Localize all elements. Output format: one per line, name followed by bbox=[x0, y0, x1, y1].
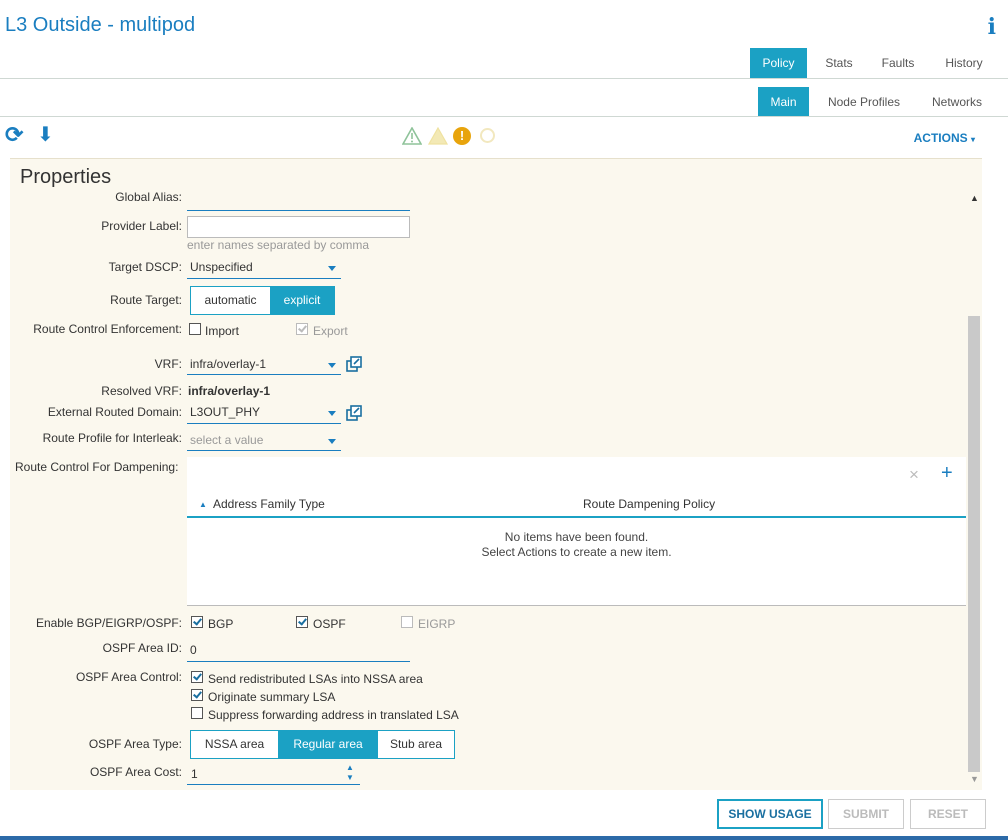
tab-history[interactable]: History bbox=[936, 48, 992, 78]
route-target-automatic[interactable]: automatic bbox=[191, 287, 270, 314]
provider-label-label: Provider Label: bbox=[101, 219, 182, 233]
rce-export-checkbox[interactable] bbox=[296, 323, 308, 335]
target-dscp-chevron-icon[interactable] bbox=[328, 266, 336, 271]
global-alias-label: Global Alias: bbox=[115, 190, 182, 204]
subtab-divider bbox=[0, 116, 1008, 117]
add-icon[interactable]: + bbox=[941, 462, 953, 485]
ext-domain-underline bbox=[187, 423, 341, 424]
warning-icon[interactable] bbox=[402, 127, 422, 145]
ospf-send-redistributed-checkbox[interactable] bbox=[191, 671, 203, 683]
scroll-down-icon[interactable]: ▼ bbox=[970, 774, 979, 784]
table-header-underline bbox=[187, 516, 966, 518]
table-empty-line2: Select Actions to create a new item. bbox=[481, 545, 672, 559]
major-fault-icon[interactable]: ! bbox=[453, 127, 471, 145]
route-target-label: Route Target: bbox=[110, 293, 182, 307]
target-dscp-value[interactable]: Unspecified bbox=[190, 260, 253, 274]
ospf-area-id-label: OSPF Area ID: bbox=[102, 641, 182, 655]
vrf-open-icon[interactable] bbox=[346, 356, 362, 372]
ospf-area-cost-label: OSPF Area Cost: bbox=[89, 765, 182, 779]
column-dampening-policy[interactable]: Route Dampening Policy bbox=[583, 497, 715, 511]
target-dscp-label: Target DSCP: bbox=[108, 260, 182, 274]
show-usage-button[interactable]: SHOW USAGE bbox=[717, 799, 823, 829]
dampening-label: Route Control For Dampening: bbox=[15, 460, 179, 474]
ospf-originate-summary-checkbox[interactable] bbox=[191, 689, 203, 701]
minor-fault-icon[interactable] bbox=[428, 127, 448, 145]
critical-fault-icon[interactable] bbox=[480, 128, 495, 143]
header-divider bbox=[0, 78, 1008, 79]
download-icon[interactable]: ⬇ bbox=[37, 124, 54, 146]
tab-networks[interactable]: Networks bbox=[924, 87, 990, 117]
refresh-icon[interactable]: ⟳ bbox=[5, 124, 23, 146]
info-icon[interactable]: i bbox=[988, 14, 996, 40]
ospf-checkbox[interactable] bbox=[296, 616, 308, 628]
ospf-area-cost-input[interactable]: 1 bbox=[191, 767, 198, 781]
ospf-area-control-label: OSPF Area Control: bbox=[75, 670, 182, 684]
ospf-area-type-toggle: NSSA area Regular area Stub area bbox=[190, 730, 455, 759]
route-profile-label: Route Profile for Interleak: bbox=[42, 431, 182, 445]
global-alias-underline bbox=[187, 210, 410, 211]
ospf-suppress-forwarding-checkbox[interactable] bbox=[191, 707, 203, 719]
spinner-down-icon[interactable]: ▼ bbox=[346, 774, 354, 782]
rce-export-label: Export bbox=[313, 324, 348, 338]
provider-label-input[interactable] bbox=[187, 216, 410, 238]
eigrp-checkbox[interactable] bbox=[401, 616, 413, 628]
rce-import-checkbox[interactable] bbox=[189, 323, 201, 335]
ospf-send-redistributed-label: Send redistributed LSAs into NSSA area bbox=[208, 672, 423, 686]
column-address-family[interactable]: Address Family Type bbox=[213, 497, 325, 511]
ospf-originate-summary-label: Originate summary LSA bbox=[208, 690, 336, 704]
vrf-value[interactable]: infra/overlay-1 bbox=[190, 357, 266, 371]
resolved-vrf-value: infra/overlay-1 bbox=[188, 384, 271, 398]
ext-domain-label: External Routed Domain: bbox=[47, 405, 182, 419]
route-target-explicit[interactable]: explicit bbox=[270, 287, 334, 314]
ospf-area-type-label: OSPF Area Type: bbox=[88, 737, 182, 751]
ospf-area-type-nssa[interactable]: NSSA area bbox=[191, 731, 278, 758]
ext-domain-open-icon[interactable] bbox=[346, 405, 362, 421]
ospf-label: OSPF bbox=[313, 617, 346, 631]
tab-main[interactable]: Main bbox=[758, 87, 809, 117]
page-title: L3 Outside - multipod bbox=[5, 14, 196, 36]
ospf-area-type-regular[interactable]: Regular area bbox=[278, 731, 378, 758]
ext-domain-value[interactable]: L3OUT_PHY bbox=[190, 405, 260, 419]
sort-asc-icon[interactable]: ▲ bbox=[199, 500, 207, 509]
tab-node-profiles[interactable]: Node Profiles bbox=[818, 87, 910, 117]
bottom-bar bbox=[0, 836, 1008, 840]
rce-label: Route Control Enforcement: bbox=[33, 322, 182, 336]
route-target-toggle: automatic explicit bbox=[190, 286, 335, 315]
route-profile-select[interactable]: select a value bbox=[190, 433, 263, 447]
tab-faults[interactable]: Faults bbox=[872, 48, 924, 78]
vrf-label: VRF: bbox=[154, 357, 182, 371]
ospf-area-cost-underline bbox=[187, 784, 360, 785]
ospf-area-type-stub[interactable]: Stub area bbox=[378, 731, 454, 758]
scroll-up-icon[interactable]: ▲ bbox=[970, 193, 979, 203]
scrollbar-thumb[interactable] bbox=[968, 316, 980, 772]
ext-domain-chevron-icon[interactable] bbox=[328, 411, 336, 416]
vrf-underline bbox=[187, 374, 341, 375]
bgp-label: BGP bbox=[208, 617, 234, 631]
resolved-vrf-label: Resolved VRF: bbox=[101, 384, 182, 398]
reset-button[interactable]: RESET bbox=[910, 799, 986, 829]
table-bottom-border bbox=[187, 605, 966, 606]
provider-label-hint: enter names separated by comma bbox=[187, 238, 370, 252]
route-profile-underline bbox=[187, 450, 341, 451]
vrf-chevron-icon[interactable] bbox=[328, 363, 336, 368]
submit-button[interactable]: SUBMIT bbox=[828, 799, 904, 829]
bgp-checkbox[interactable] bbox=[191, 616, 203, 628]
table-empty-line1: No items have been found. bbox=[504, 530, 649, 544]
chevron-down-icon: ▾ bbox=[970, 135, 975, 144]
spinner-up-icon[interactable]: ▲ bbox=[346, 764, 354, 772]
target-dscp-underline bbox=[187, 278, 341, 279]
tab-stats[interactable]: Stats bbox=[814, 48, 864, 78]
actions-menu[interactable]: ACTIONS ▾ bbox=[914, 131, 975, 145]
properties-title: Properties bbox=[20, 166, 112, 188]
eigrp-label: EIGRP bbox=[418, 617, 456, 631]
tab-policy[interactable]: Policy bbox=[750, 48, 807, 78]
rce-import-label: Import bbox=[205, 324, 240, 338]
ospf-area-id-input[interactable]: 0 bbox=[190, 643, 197, 657]
route-profile-chevron-icon[interactable] bbox=[328, 439, 336, 444]
ospf-area-id-underline bbox=[187, 661, 410, 662]
protocol-label: Enable BGP/EIGRP/OSPF: bbox=[35, 616, 182, 630]
ospf-suppress-forwarding-label: Suppress forwarding address in translate… bbox=[208, 708, 459, 722]
actions-label: ACTIONS bbox=[913, 131, 968, 145]
close-icon[interactable]: × bbox=[909, 465, 919, 485]
